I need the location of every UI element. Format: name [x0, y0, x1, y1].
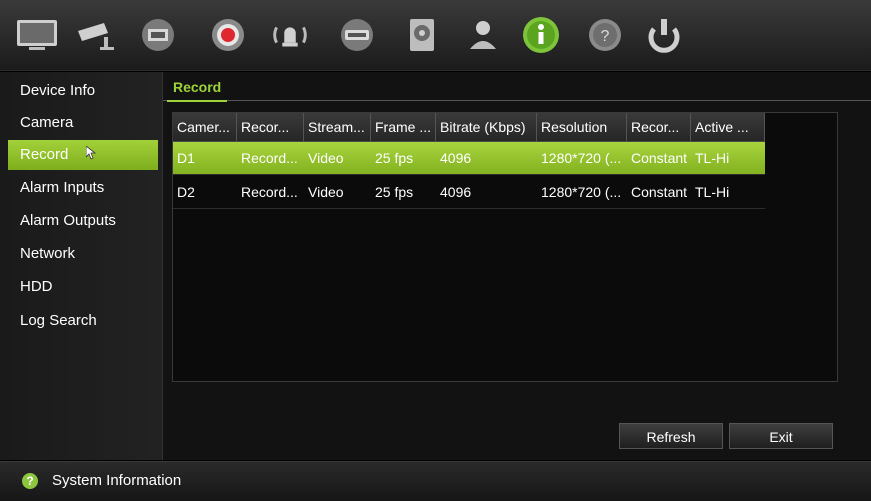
table-row[interactable]: D2 Record... Video 25 fps 4096 1280*720 …	[173, 176, 765, 209]
camera-icon[interactable]	[73, 12, 119, 58]
exit-button[interactable]: Exit	[729, 423, 833, 449]
cell-frame: 25 fps	[375, 184, 414, 200]
table-header: Camer... Recor... Stream... Frame ... Bi…	[173, 113, 765, 142]
cell-bitrate: 4096	[440, 150, 472, 166]
cell-record-mode: Constant	[631, 184, 688, 200]
help-circle-icon: ?	[22, 473, 38, 489]
sidebar-item-alarm-outputs[interactable]: Alarm Outputs	[8, 206, 158, 236]
monitor-icon[interactable]	[14, 12, 60, 58]
cell-bitrate: 4096	[440, 184, 472, 200]
video-icon[interactable]	[334, 12, 380, 58]
cell-resolution: 1280*720 (...	[541, 184, 622, 200]
cell-record: Record...	[241, 150, 298, 166]
sidebar-item-network[interactable]: Network	[8, 239, 158, 269]
column-header-record-mode[interactable]: Recor...	[627, 113, 691, 141]
alarm-icon[interactable]	[267, 12, 313, 58]
sidebar-item-camera[interactable]: Camera	[8, 108, 158, 138]
main-toolbar: ?	[0, 0, 871, 71]
tab-strip: Record	[163, 72, 871, 102]
sidebar-item-device-info[interactable]: Device Info	[8, 76, 158, 106]
cell-camera: D2	[177, 184, 195, 200]
refresh-button[interactable]: Refresh	[619, 423, 723, 449]
cell-active: TL-Hi	[695, 184, 730, 200]
disk-icon[interactable]	[399, 12, 445, 58]
column-header-stream[interactable]: Stream...	[304, 113, 371, 141]
cell-record: Record...	[241, 184, 298, 200]
status-text: System Information	[52, 472, 182, 489]
cell-camera: D1	[177, 150, 195, 166]
svg-text:?: ?	[601, 28, 610, 45]
main-panel: Record Camer... Recor... Stream... Frame…	[163, 72, 871, 460]
cell-stream: Video	[308, 184, 344, 200]
column-header-active[interactable]: Active ...	[691, 113, 765, 141]
table-row[interactable]: D1 Record... Video 25 fps 4096 1280*720 …	[173, 142, 765, 175]
cell-frame: 25 fps	[375, 150, 414, 166]
cell-resolution: 1280*720 (...	[541, 150, 622, 166]
power-icon[interactable]	[641, 12, 687, 58]
sidebar-item-record[interactable]: Record	[8, 140, 158, 170]
cell-active: TL-Hi	[695, 150, 730, 166]
sidebar-item-alarm-inputs[interactable]: Alarm Inputs	[8, 173, 158, 203]
record-icon[interactable]	[205, 12, 251, 58]
help-icon[interactable]: ?	[582, 12, 628, 58]
sidebar: Device Info Camera Record Alarm Inputs A…	[0, 72, 163, 460]
info-icon[interactable]	[518, 12, 564, 58]
column-header-bitrate[interactable]: Bitrate (Kbps)	[436, 113, 537, 141]
record-table: Camer... Recor... Stream... Frame ... Bi…	[172, 112, 838, 382]
sidebar-item-log-search[interactable]: Log Search	[8, 306, 158, 336]
column-header-frame[interactable]: Frame ...	[371, 113, 436, 141]
sidebar-item-hdd[interactable]: HDD	[8, 272, 158, 302]
user-icon[interactable]	[460, 12, 506, 58]
status-bar: ? System Information	[0, 461, 871, 501]
column-header-camera[interactable]: Camer...	[173, 113, 237, 141]
cell-record-mode: Constant	[631, 150, 688, 166]
tab-record[interactable]: Record	[167, 76, 228, 102]
network-icon[interactable]	[135, 12, 181, 58]
column-header-record[interactable]: Recor...	[237, 113, 304, 141]
cell-stream: Video	[308, 150, 344, 166]
column-header-resolution[interactable]: Resolution	[537, 113, 627, 141]
